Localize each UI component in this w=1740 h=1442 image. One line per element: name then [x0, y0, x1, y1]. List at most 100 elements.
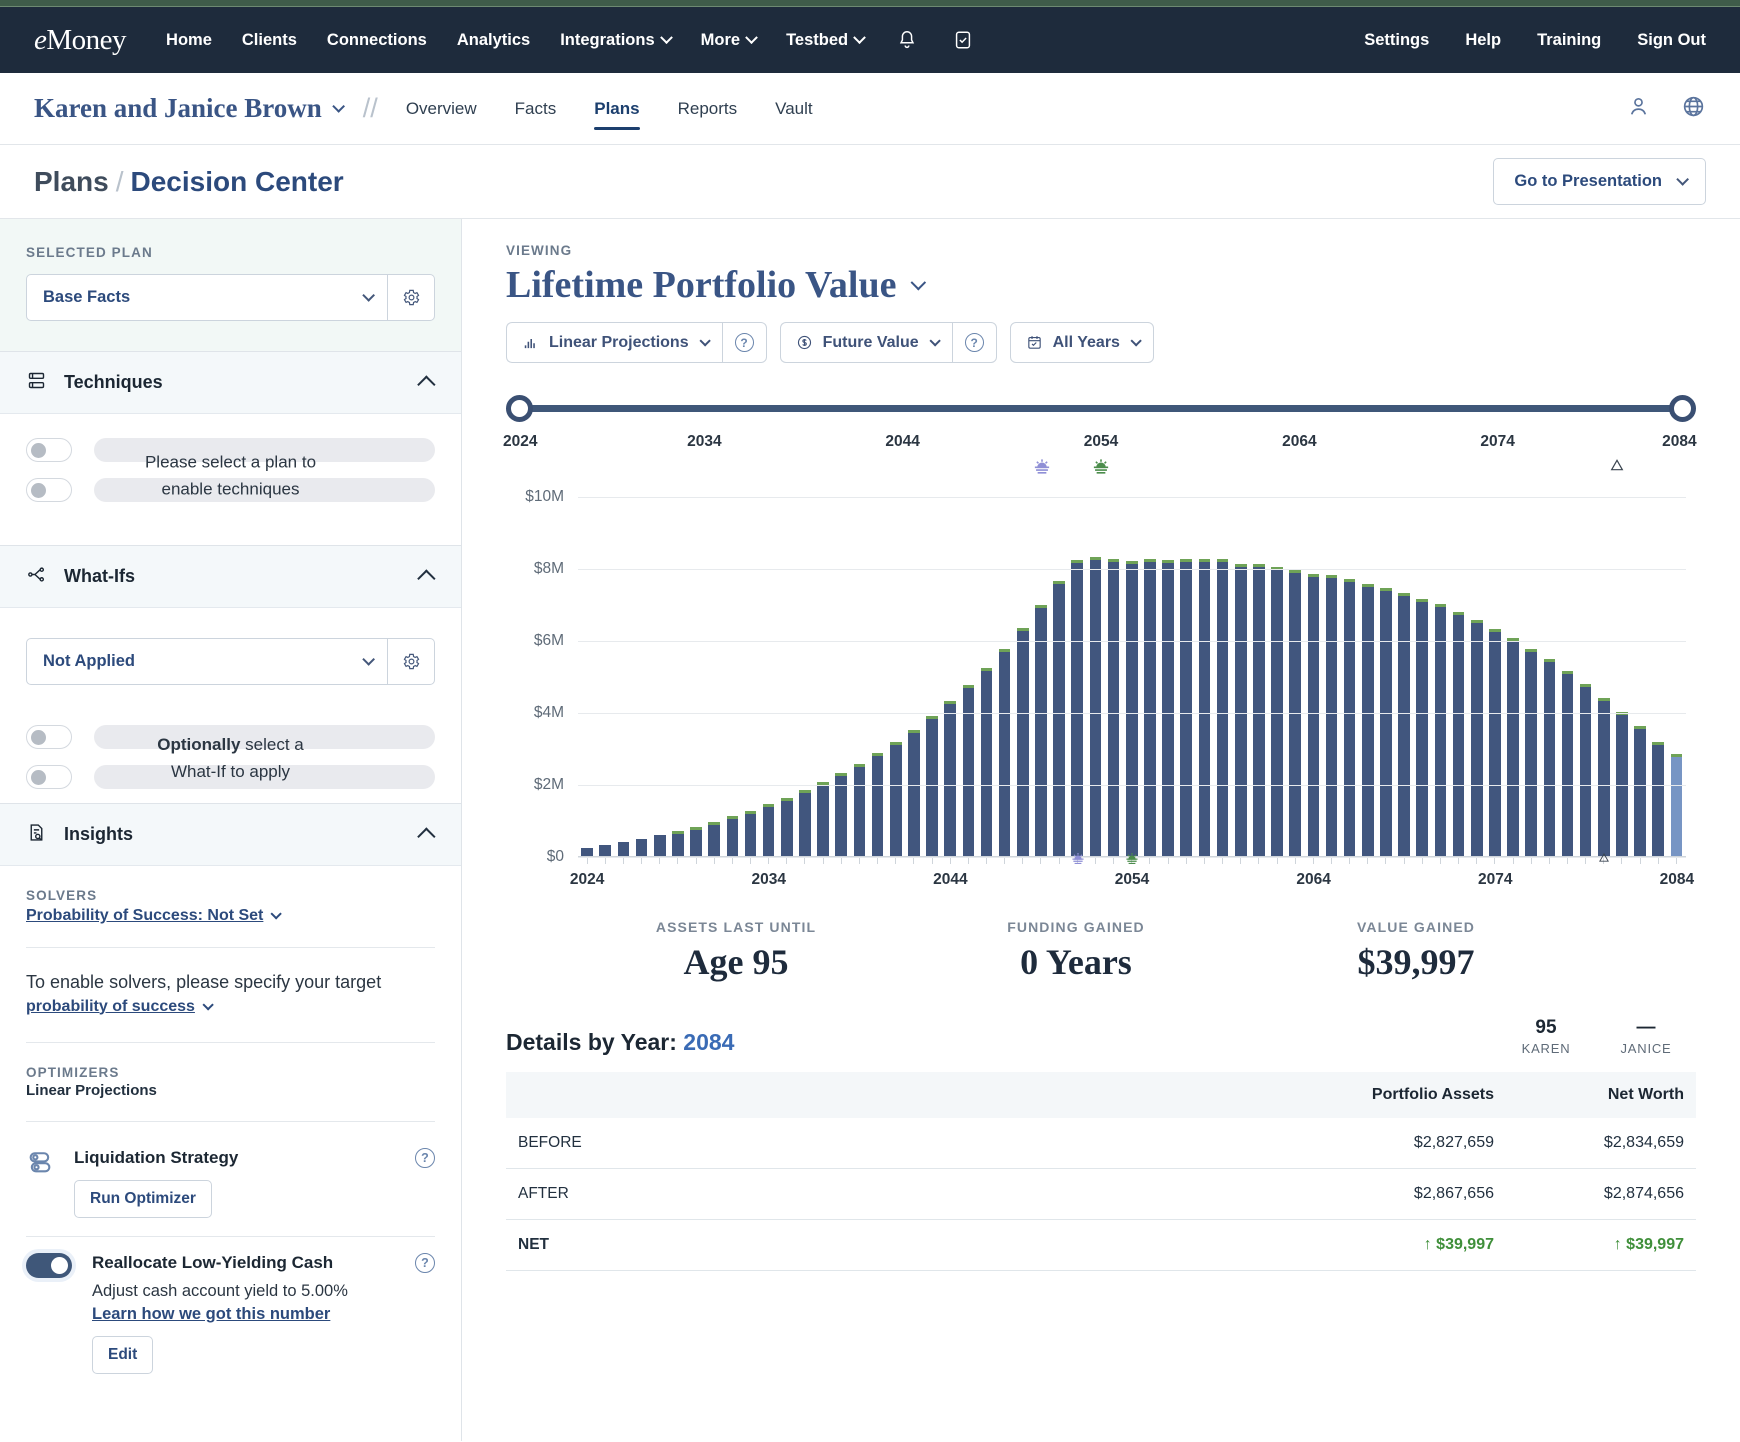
bar-cell[interactable] — [1377, 497, 1395, 857]
chart-bar[interactable] — [1671, 754, 1683, 857]
chart-bar[interactable] — [1271, 567, 1283, 857]
chart-bar[interactable] — [1652, 742, 1664, 857]
bar-cell[interactable] — [669, 497, 687, 857]
chart-bar[interactable] — [1453, 612, 1465, 857]
all-years-dropdown[interactable]: All Years — [1010, 322, 1154, 363]
chart-bar[interactable] — [999, 649, 1011, 857]
bar-cell[interactable] — [1577, 497, 1595, 857]
slider-handle-end[interactable] — [1669, 395, 1696, 422]
bar-cell[interactable] — [814, 497, 832, 857]
bar-cell[interactable] — [778, 497, 796, 857]
bar-cell[interactable] — [923, 497, 941, 857]
bell-icon[interactable] — [894, 27, 920, 53]
chart-bar[interactable] — [1489, 629, 1501, 857]
chart-bar[interactable] — [981, 668, 993, 857]
chart-bar[interactable] — [1562, 671, 1574, 857]
future-value-help-button[interactable]: ? — [952, 322, 997, 363]
globe-icon[interactable] — [1681, 94, 1706, 124]
chart-bar[interactable] — [1053, 581, 1065, 857]
sunrise-green-icon[interactable] — [1092, 457, 1111, 476]
bar-cell[interactable] — [760, 497, 778, 857]
bar-cell[interactable] — [1431, 497, 1449, 857]
go-to-presentation-button[interactable]: Go to Presentation — [1493, 158, 1706, 205]
breadcrumb-parent[interactable]: Plans — [34, 166, 109, 197]
bar-cell[interactable] — [1667, 497, 1685, 857]
nav-sign-out[interactable]: Sign Out — [1637, 31, 1706, 50]
client-selector[interactable]: Karen and Janice Brown — [34, 93, 341, 124]
help-icon[interactable]: ? — [415, 1148, 435, 1168]
chart-bar[interactable] — [1071, 560, 1083, 857]
whatif-settings-button[interactable] — [388, 638, 435, 685]
bar-cell[interactable] — [1105, 497, 1123, 857]
nav-settings[interactable]: Settings — [1364, 31, 1429, 50]
bar-cell[interactable] — [796, 497, 814, 857]
chart-bar[interactable] — [908, 730, 920, 857]
bar-cell[interactable] — [1649, 497, 1667, 857]
chart-bar[interactable] — [1180, 559, 1192, 857]
chart-bar[interactable] — [1108, 559, 1120, 857]
solvers-probability-link[interactable]: Probability of Success: Not Set — [26, 907, 278, 925]
chart-bar[interactable] — [944, 701, 956, 857]
bar-cell[interactable] — [1086, 497, 1104, 857]
chart-bar[interactable] — [1416, 599, 1428, 857]
bar-cell[interactable] — [1068, 497, 1086, 857]
bar-cell[interactable] — [1195, 497, 1213, 857]
chart-bar[interactable] — [1598, 698, 1610, 857]
chart-bar[interactable] — [1253, 564, 1265, 857]
selected-plan-settings-button[interactable] — [388, 274, 435, 321]
future-value-dropdown[interactable]: Future Value — [780, 322, 952, 363]
bar-cell[interactable] — [869, 497, 887, 857]
bar-cell[interactable] — [1159, 497, 1177, 857]
chart-bar[interactable] — [963, 685, 975, 857]
nav-more[interactable]: More — [701, 31, 756, 50]
run-optimizer-button[interactable]: Run Optimizer — [74, 1180, 212, 1218]
linear-projections-help-button[interactable]: ? — [722, 322, 767, 363]
solvers-target-link[interactable]: probability of success — [26, 998, 210, 1016]
bar-cell[interactable] — [905, 497, 923, 857]
help-icon[interactable]: ? — [415, 1253, 435, 1273]
technique-toggle-2[interactable] — [26, 478, 72, 502]
bar-cell[interactable] — [1504, 497, 1522, 857]
bar-cell[interactable] — [1395, 497, 1413, 857]
bar-cell[interactable] — [1050, 497, 1068, 857]
chart-bar[interactable] — [1144, 559, 1156, 857]
bar-cell[interactable] — [941, 497, 959, 857]
chart-bar[interactable] — [1326, 575, 1338, 857]
reallocate-cash-toggle[interactable] — [26, 1253, 72, 1278]
chart-bar[interactable] — [1199, 559, 1211, 857]
chart-bar[interactable] — [1017, 628, 1029, 857]
bar-cell[interactable] — [1014, 497, 1032, 857]
tab-overview[interactable]: Overview — [406, 73, 477, 144]
chart-bar[interactable] — [872, 753, 884, 857]
chart-bar[interactable] — [1235, 564, 1247, 857]
bar-cell[interactable] — [705, 497, 723, 857]
chart-bar[interactable] — [1344, 579, 1356, 857]
chart-bar[interactable] — [854, 764, 866, 857]
bar-cell[interactable] — [850, 497, 868, 857]
bar-cell[interactable] — [596, 497, 614, 857]
tab-facts[interactable]: Facts — [515, 73, 557, 144]
triangle-outline-icon[interactable] — [1608, 457, 1626, 478]
chart-bar[interactable] — [1580, 684, 1592, 857]
bar-cell[interactable] — [632, 497, 650, 857]
bar-cell[interactable] — [723, 497, 741, 857]
chart-bar[interactable] — [1308, 574, 1320, 857]
bar-cell[interactable] — [1268, 497, 1286, 857]
nav-connections[interactable]: Connections — [327, 31, 427, 50]
bar-cell[interactable] — [1540, 497, 1558, 857]
chart-bar[interactable] — [817, 782, 829, 857]
chart-bar[interactable] — [1544, 659, 1556, 857]
sunrise-green-icon[interactable] — [1125, 851, 1140, 866]
nav-testbed[interactable]: Testbed — [786, 31, 864, 50]
chart-bar[interactable] — [1162, 560, 1174, 857]
bar-cell[interactable] — [578, 497, 596, 857]
tab-reports[interactable]: Reports — [678, 73, 738, 144]
emoney-logo[interactable]: eMoney — [34, 24, 126, 57]
person-icon[interactable] — [1626, 94, 1651, 124]
nav-analytics[interactable]: Analytics — [457, 31, 530, 50]
chart-bar[interactable] — [926, 716, 938, 857]
viewing-title-selector[interactable]: Lifetime Portfolio Value — [506, 263, 1696, 307]
bar-cell[interactable] — [1304, 497, 1322, 857]
bar-cell[interactable] — [996, 497, 1014, 857]
nav-training[interactable]: Training — [1537, 31, 1601, 50]
